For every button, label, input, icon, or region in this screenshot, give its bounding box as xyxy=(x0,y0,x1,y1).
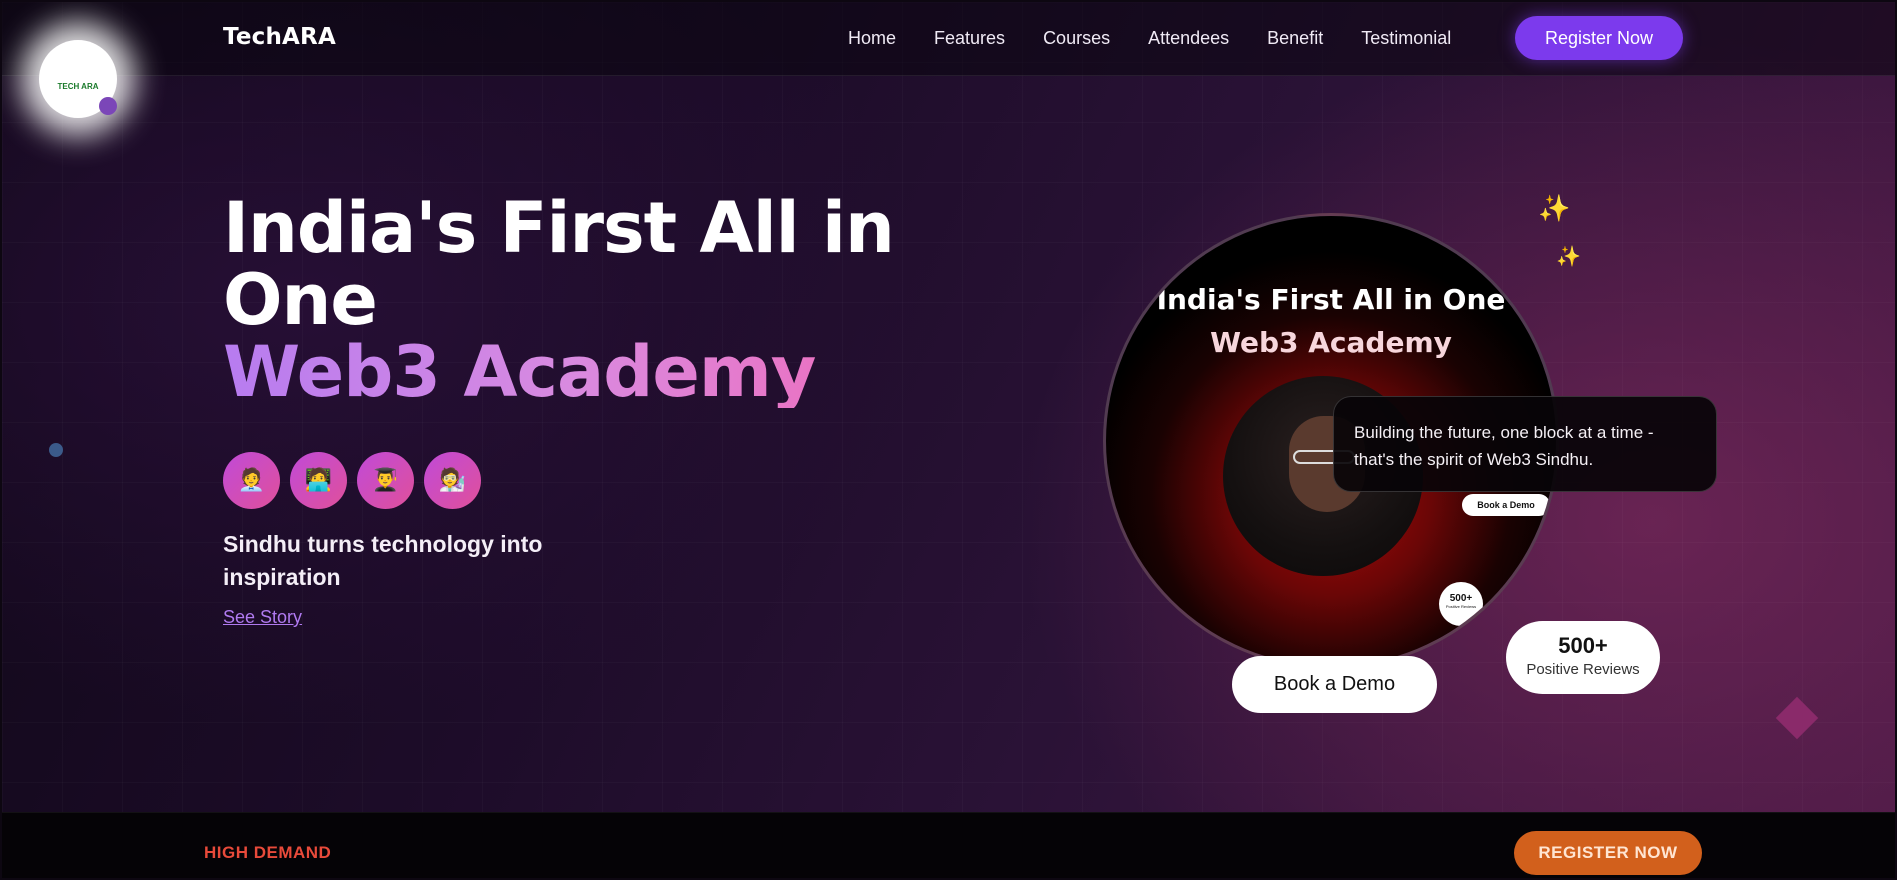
inner-badge-number: 500+ xyxy=(1449,593,1473,604)
bottom-cta-bar: HIGH DEMAND REGISTER NOW xyxy=(2,812,1895,878)
high-demand-label: HIGH DEMAND xyxy=(204,843,332,862)
see-story-link[interactable]: See Story xyxy=(223,607,302,628)
top-navbar: TechARA Home Features Courses Attendees … xyxy=(2,2,1895,76)
circle-title-line2: Web3 Academy xyxy=(1210,326,1452,359)
register-now-button[interactable]: Register Now xyxy=(1515,16,1683,60)
nav-links: Home Features Courses Attendees Benefit … xyxy=(848,28,1489,49)
page-frame: TechARA Home Features Courses Attendees … xyxy=(2,2,1895,878)
reviews-count: 500+ xyxy=(1558,633,1608,658)
hero-title-line2: One xyxy=(223,259,378,341)
circle-title-line1: India's First All in One xyxy=(1156,283,1506,316)
decorative-dot xyxy=(49,443,63,457)
nav-link-benefit[interactable]: Benefit xyxy=(1267,28,1323,49)
reviews-badge: 500+ Positive Reviews xyxy=(1506,621,1660,694)
hero-tagline: Sindhu turns technology into inspiration xyxy=(223,531,543,590)
brand-name[interactable]: TechARA xyxy=(223,24,336,50)
sparkle-icon: ✨ xyxy=(1538,194,1571,224)
book-demo-button[interactable]: Book a Demo xyxy=(1232,656,1437,713)
inner-reviews-badge: 500+ Positive Reviews xyxy=(1439,582,1483,626)
quote-card: Building the future, one block at a time… xyxy=(1333,396,1717,492)
decorative-dot xyxy=(99,97,117,115)
hero-title: India's First All in One Web3 Academy xyxy=(223,192,923,408)
avatar: 🧑‍💼 xyxy=(223,452,280,509)
reviews-label: Positive Reviews xyxy=(1526,661,1640,678)
avatar: 🧑‍🔬 xyxy=(424,452,481,509)
nav-link-attendees[interactable]: Attendees xyxy=(1148,28,1229,49)
bottom-register-now-button[interactable]: REGISTER NOW xyxy=(1514,831,1702,875)
circle-title: India's First All in One Web3 Academy xyxy=(1106,278,1556,364)
nav-link-features[interactable]: Features xyxy=(934,28,1005,49)
hero-title-accent: Web3 Academy xyxy=(223,336,923,408)
avatar: 🧑‍💻 xyxy=(290,452,347,509)
nav-link-home[interactable]: Home xyxy=(848,28,896,49)
inner-badge-text: Positive Reviews xyxy=(1445,604,1477,609)
sparkle-icon: ✨ xyxy=(1556,244,1581,268)
avatar: 👨‍🎓 xyxy=(357,452,414,509)
inner-book-demo-button: Book a Demo xyxy=(1462,494,1550,516)
inner-partial-text: gy xyxy=(1126,588,1137,599)
hero-title-line1: India's First All in xyxy=(223,187,895,269)
nav-link-testimonial[interactable]: Testimonial xyxy=(1361,28,1451,49)
logo-text: TECH ARA xyxy=(57,81,99,91)
avatar-group: 🧑‍💼 🧑‍💻 👨‍🎓 🧑‍🔬 xyxy=(223,452,481,509)
nav-link-courses[interactable]: Courses xyxy=(1043,28,1110,49)
